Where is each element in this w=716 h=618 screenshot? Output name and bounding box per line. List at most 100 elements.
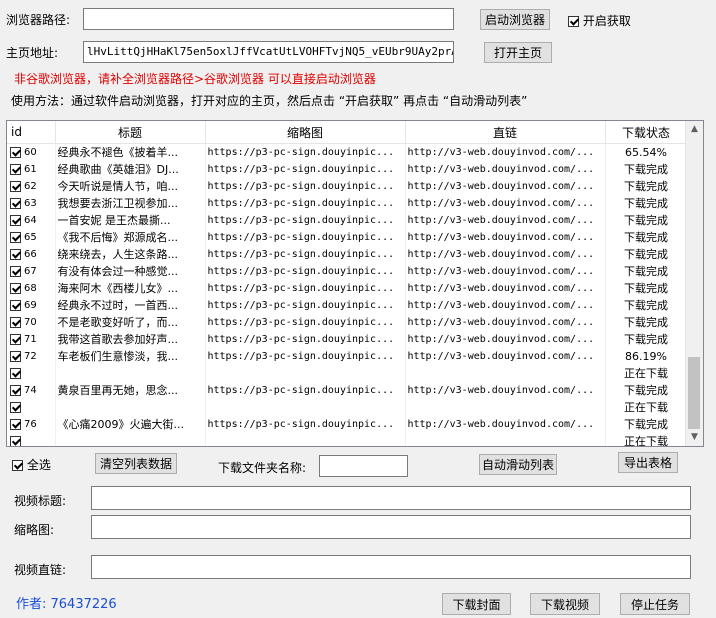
row-check-icon[interactable] (10, 282, 21, 294)
row-id-cell[interactable]: 61 (7, 161, 56, 178)
row-check-icon[interactable] (10, 231, 21, 243)
row-thumb: https://p3-pc-sign.douyinpic... (205, 178, 406, 195)
open-homepage-button[interactable]: 打开主页 (484, 42, 552, 63)
download-video-button[interactable]: 下载视频 (530, 593, 600, 615)
table-row[interactable]: 76 《心痛2009》火遍大街... https://p3-pc-sign.douy… (7, 416, 688, 433)
table-row[interactable]: 68 海来阿木《西楼儿女》... https://p3-pc-sign.douyin… (7, 280, 688, 297)
col-header-title[interactable]: 标题 (55, 121, 206, 144)
row-id-cell[interactable]: 70 (7, 314, 56, 331)
row-link: http://v3-web.douyinvod.com/... (405, 212, 606, 229)
row-title: 我带这首歌去参加好声... (55, 331, 206, 348)
table-row[interactable]: 65 《我不后悔》郑源成名... https://p3-pc-sign.douyin… (7, 229, 688, 246)
table-row[interactable]: 正在下载 (7, 365, 688, 382)
row-check-icon[interactable] (10, 248, 21, 260)
row-thumb: https://p3-pc-sign.douyinpic... (205, 331, 406, 348)
row-title: 今天听说是情人节，咱... (55, 178, 206, 195)
row-check-icon[interactable] (10, 265, 21, 277)
col-header-thumb[interactable]: 缩略图 (205, 121, 406, 144)
row-id-cell[interactable]: 64 (7, 212, 56, 229)
row-check-icon[interactable] (10, 350, 21, 362)
row-check-icon[interactable] (10, 401, 21, 413)
row-id: 67 (24, 266, 37, 277)
auto-scroll-button[interactable]: 自动滑动列表 (479, 454, 557, 475)
select-all-checkbox[interactable]: 全选 (12, 456, 51, 473)
table-row[interactable]: 67 有没有体会过一种感觉... https://p3-pc-sign.douyin… (7, 263, 688, 280)
row-id-cell[interactable] (7, 399, 56, 416)
browser-path-input[interactable] (83, 8, 454, 30)
stop-task-button[interactable]: 停止任务 (620, 593, 690, 615)
row-id-cell[interactable] (7, 433, 56, 446)
thumbnail-input[interactable] (91, 515, 691, 539)
row-check-icon[interactable] (10, 333, 21, 345)
table-row[interactable]: 70 不是老歌变好听了，而... https://p3-pc-sign.douyin… (7, 314, 688, 331)
table-row[interactable]: 72 车老板们生意惨淡，我... https://p3-pc-sign.douyin… (7, 348, 688, 365)
row-check-icon[interactable] (10, 146, 21, 158)
row-id-cell[interactable]: 72 (7, 348, 56, 365)
row-thumb: https://p3-pc-sign.douyinpic... (205, 195, 406, 212)
table-row[interactable]: 71 我带这首歌去参加好声... https://p3-pc-sign.douyin… (7, 331, 688, 348)
enable-fetch-checkbox[interactable]: 开启获取 (568, 12, 631, 29)
scrollbar-thumb[interactable] (688, 357, 700, 429)
row-id-cell[interactable]: 68 (7, 280, 56, 297)
row-check-icon[interactable] (10, 214, 21, 226)
row-check-icon[interactable] (10, 418, 21, 430)
row-id-cell[interactable]: 74 (7, 382, 56, 399)
row-link: http://v3-web.douyinvod.com/... (405, 195, 606, 212)
row-id-cell[interactable] (7, 365, 56, 382)
scroll-up-icon[interactable]: ▲ (686, 121, 703, 138)
video-link-input[interactable] (91, 555, 691, 579)
row-title: 绕来绕去，人生这条路... (55, 246, 206, 263)
homepage-label: 主页地址: (6, 46, 59, 60)
row-thumb: https://p3-pc-sign.douyinpic... (205, 416, 406, 433)
row-id-cell[interactable]: 62 (7, 178, 56, 195)
row-id-cell[interactable]: 60 (7, 143, 56, 161)
homepage-input[interactable]: lHvLittQjHHaKl75en5oxlJffVcatUtLVOHFTvjN… (83, 41, 454, 63)
row-id-cell[interactable]: 71 (7, 331, 56, 348)
row-check-icon[interactable] (10, 316, 21, 328)
row-check-icon[interactable] (10, 367, 21, 379)
row-status: 下载完成 (605, 297, 688, 314)
row-id-cell[interactable]: 69 (7, 297, 56, 314)
scroll-down-icon[interactable]: ▼ (686, 429, 703, 446)
table-row[interactable]: 正在下载 (7, 399, 688, 416)
row-id-cell[interactable]: 66 (7, 246, 56, 263)
video-title-input[interactable] (91, 486, 691, 510)
table-row[interactable]: 62 今天听说是情人节，咱... https://p3-pc-sign.douyin… (7, 178, 688, 195)
table-row[interactable]: 64 一首安妮 是王杰最撕... https://p3-pc-sign.douyin… (7, 212, 688, 229)
row-status: 正在下载 (605, 365, 688, 382)
row-check-icon[interactable] (10, 435, 21, 446)
col-header-link[interactable]: 直链 (405, 121, 606, 144)
row-check-icon[interactable] (10, 197, 21, 209)
launch-browser-button[interactable]: 启动浏览器 (480, 9, 550, 30)
col-header-status[interactable]: 下载状态 (605, 121, 688, 144)
video-list-table[interactable]: id 标题 缩略图 直链 下载状态 60 经典永不褪色《披着羊... https:/… (6, 120, 704, 447)
row-status: 正在下载 (605, 433, 688, 446)
table-row[interactable]: 69 经典永不过时，一首西... https://p3-pc-sign.douyin… (7, 297, 688, 314)
row-id: 74 (24, 385, 37, 396)
row-id-cell[interactable]: 76 (7, 416, 56, 433)
row-id: 66 (24, 249, 37, 260)
table-row[interactable]: 60 经典永不褪色《披着羊... https://p3-pc-sign.douyin… (7, 143, 688, 161)
table-row[interactable]: 正在下载 (7, 433, 688, 446)
row-check-icon[interactable] (10, 299, 21, 311)
browser-path-label: 浏览器路径: (6, 13, 71, 27)
table-row[interactable]: 63 我想要去浙江卫视参加... https://p3-pc-sign.douyin… (7, 195, 688, 212)
row-id: 68 (24, 283, 37, 294)
table-row[interactable]: 61 经典歌曲《英雄泪》DJ... https://p3-pc-sign.douyi… (7, 161, 688, 178)
table-row[interactable]: 74 黄泉百里再无她，思念... https://p3-pc-sign.douyin… (7, 382, 688, 399)
table-scrollbar[interactable]: ▲ ▼ (685, 121, 703, 446)
row-check-icon[interactable] (10, 384, 21, 396)
row-check-icon[interactable] (10, 180, 21, 192)
row-status: 下载完成 (605, 195, 688, 212)
col-header-id[interactable]: id (7, 121, 56, 144)
row-id-cell[interactable]: 65 (7, 229, 56, 246)
row-check-icon[interactable] (10, 163, 21, 175)
row-thumb: https://p3-pc-sign.douyinpic... (205, 212, 406, 229)
export-table-button[interactable]: 导出表格 (618, 452, 678, 473)
download-cover-button[interactable]: 下载封面 (442, 593, 511, 615)
clear-list-button[interactable]: 清空列表数据 (95, 453, 177, 474)
row-id-cell[interactable]: 67 (7, 263, 56, 280)
row-id-cell[interactable]: 63 (7, 195, 56, 212)
folder-name-input[interactable] (319, 455, 408, 477)
table-row[interactable]: 66 绕来绕去，人生这条路... https://p3-pc-sign.douyin… (7, 246, 688, 263)
